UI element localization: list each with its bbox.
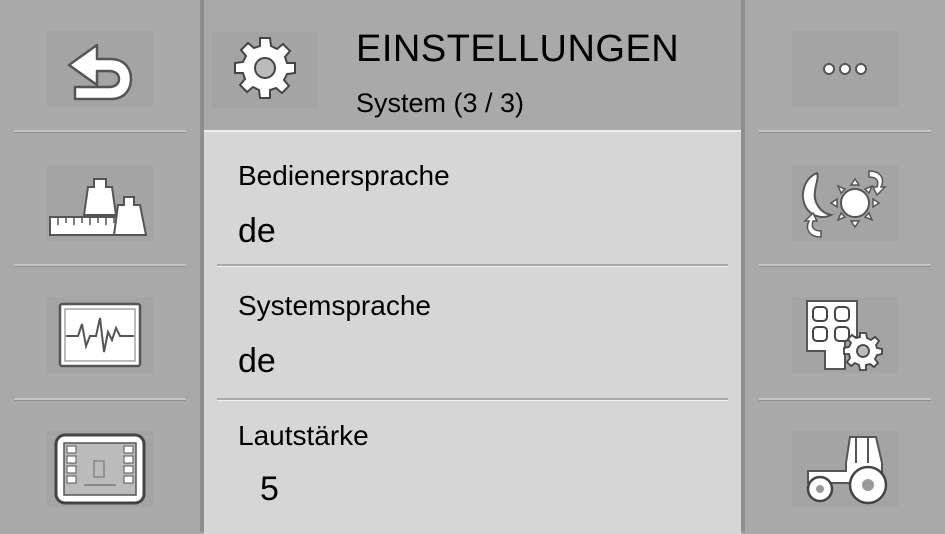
tractor-icon — [802, 433, 888, 505]
terminal-screen-icon — [54, 433, 146, 505]
day-night-mode-icon — [793, 165, 897, 241]
separator — [759, 130, 931, 133]
back-arrow-icon — [63, 33, 137, 105]
gear-icon — [232, 35, 298, 106]
left-sidebar — [0, 0, 200, 532]
setting-volume[interactable]: Lautstärke 5 — [204, 400, 741, 532]
right-sidebar — [745, 0, 945, 532]
setting-label: Bedienersprache — [238, 160, 450, 191]
page-title: EINSTELLUNGEN — [356, 28, 680, 70]
diagnostics-button[interactable] — [0, 266, 200, 398]
setting-value: de — [238, 212, 276, 250]
more-icon — [820, 61, 870, 77]
setting-system-language[interactable]: Systemsprache de — [204, 266, 741, 398]
settings-list: Bedienersprache de Systemsprache de Laut… — [204, 130, 741, 534]
settings-icon-tile — [212, 32, 318, 108]
diagnostics-waveform-icon — [58, 302, 142, 368]
keypad-settings-button[interactable] — [745, 266, 945, 398]
setting-value: de — [238, 342, 276, 380]
setting-label: Lautstärke — [238, 420, 369, 451]
weighing-button[interactable] — [0, 134, 200, 266]
settings-panel: EINSTELLUNGEN System (3 / 3) Bedienerspr… — [204, 0, 741, 534]
tractor-button[interactable] — [745, 400, 945, 532]
setting-value: 5 — [260, 470, 279, 508]
more-button[interactable] — [745, 0, 945, 132]
setting-label: Systemsprache — [238, 290, 431, 321]
setting-operator-language[interactable]: Bedienersprache de — [204, 132, 741, 264]
weights-scale-icon — [48, 165, 152, 241]
page-subtitle: System (3 / 3) — [356, 88, 525, 118]
back-button[interactable] — [0, 0, 200, 132]
keypad-settings-icon — [803, 297, 887, 373]
day-night-button[interactable] — [745, 134, 945, 266]
header: EINSTELLUNGEN System (3 / 3) — [204, 0, 741, 130]
separator — [14, 130, 186, 133]
terminal-button[interactable] — [0, 400, 200, 532]
